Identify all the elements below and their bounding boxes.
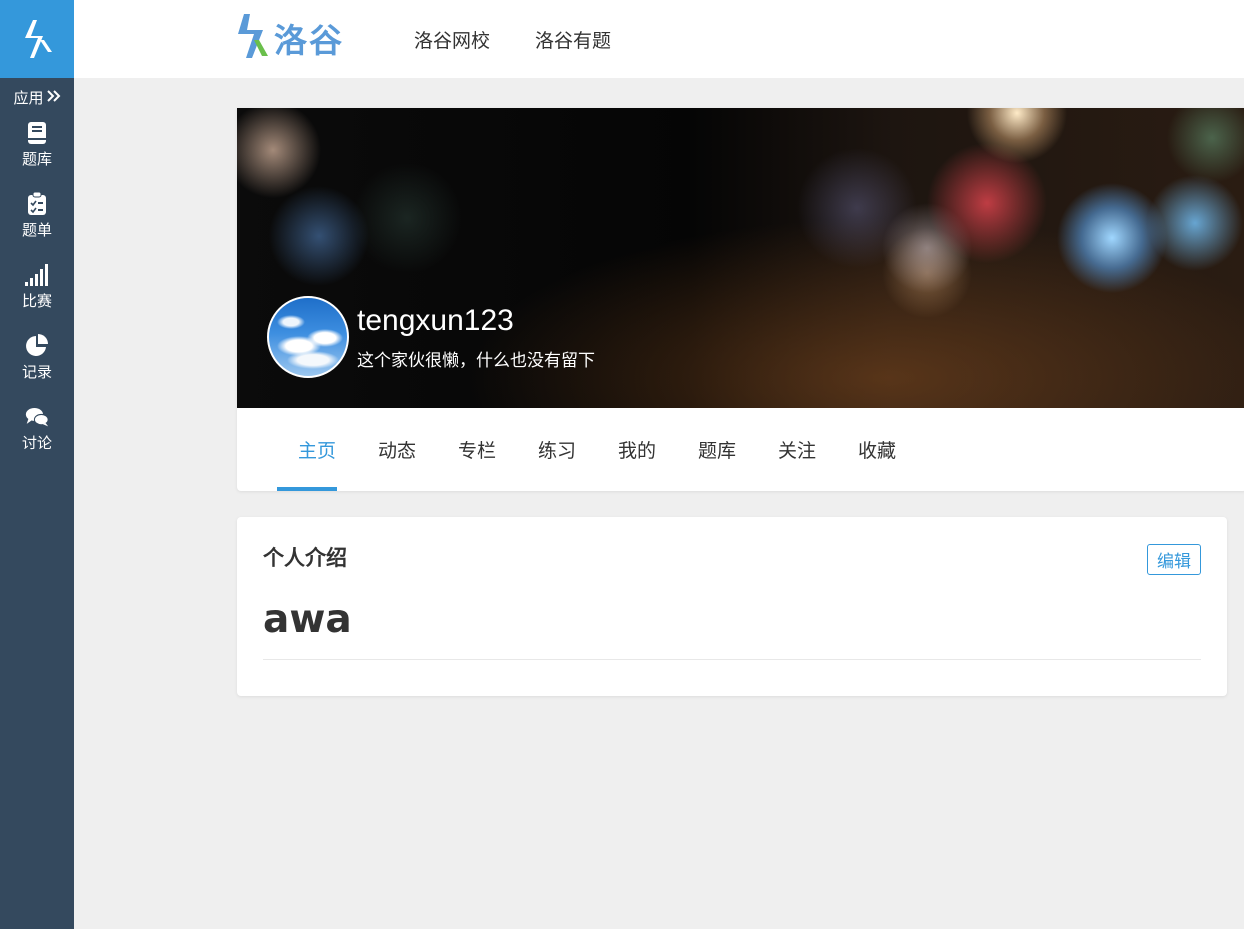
sidebar-item-training[interactable]: 题单 <box>0 187 74 258</box>
sidebar-item-discuss[interactable]: 讨论 <box>0 400 74 471</box>
top-header: 洛谷 洛谷网校 洛谷有题 <box>74 0 1244 78</box>
clipboard-icon <box>25 191 49 217</box>
tab-home[interactable]: 主页 <box>277 408 357 491</box>
sidebar-item-contest[interactable]: 比赛 <box>0 258 74 329</box>
tab-blog[interactable]: 专栏 <box>437 408 517 491</box>
tab-mine[interactable]: 我的 <box>597 408 677 491</box>
sidebar-apps-toggle[interactable]: 应用 <box>0 78 74 116</box>
pie-chart-icon <box>25 333 49 359</box>
sidebar-item-label: 题库 <box>21 150 52 168</box>
profile-card: tengxun123 这个家伙很懒，什么也没有留下 主页 动态 专栏 练习 我的… <box>237 108 1244 491</box>
sidebar-item-label: 比赛 <box>21 292 52 310</box>
sidebar-item-label: 题单 <box>21 221 52 239</box>
sidebar-apps-label: 应用 <box>13 88 44 107</box>
sidebar-item-label: 讨论 <box>21 434 52 452</box>
sidebar-logo-icon[interactable] <box>0 0 74 78</box>
tab-favorites[interactable]: 收藏 <box>837 408 917 491</box>
profile-banner-image: tengxun123 这个家伙很懒，什么也没有留下 <box>237 108 1244 408</box>
signal-bars-icon <box>25 262 49 288</box>
sidebar-item-problems[interactable]: 题库 <box>0 116 74 187</box>
top-nav: 洛谷网校 洛谷有题 <box>414 0 611 78</box>
tab-problems[interactable]: 题库 <box>677 408 757 491</box>
tab-activity[interactable]: 动态 <box>357 408 437 491</box>
nav-link-problems[interactable]: 洛谷有题 <box>535 26 611 53</box>
brand-name: 洛谷 <box>274 21 344 60</box>
edit-button[interactable]: 编辑 <box>1147 544 1201 575</box>
user-slogan: 这个家伙很懒，什么也没有留下 <box>357 351 595 371</box>
double-chevron-right-icon <box>46 88 61 106</box>
profile-tabs: 主页 动态 专栏 练习 我的 题库 关注 收藏 <box>237 408 1244 491</box>
chat-bubbles-icon <box>25 404 49 430</box>
intro-title: 个人介绍 <box>263 546 347 570</box>
divider <box>263 659 1201 660</box>
book-icon <box>25 120 49 146</box>
brand-logo[interactable]: 洛谷 <box>236 13 344 63</box>
luogu-logo-icon <box>236 12 270 64</box>
sidebar: 应用 题库 题单 比赛 记录 讨论 <box>0 0 74 929</box>
tab-following[interactable]: 关注 <box>757 408 837 491</box>
avatar[interactable] <box>267 296 349 378</box>
nav-link-school[interactable]: 洛谷网校 <box>414 26 490 53</box>
sidebar-item-label: 记录 <box>21 363 52 381</box>
intro-content: awa <box>263 597 352 642</box>
tab-practice[interactable]: 练习 <box>517 408 597 491</box>
username: tengxun123 <box>357 304 514 337</box>
intro-card: 个人介绍 编辑 awa <box>237 517 1227 696</box>
sidebar-item-record[interactable]: 记录 <box>0 329 74 400</box>
